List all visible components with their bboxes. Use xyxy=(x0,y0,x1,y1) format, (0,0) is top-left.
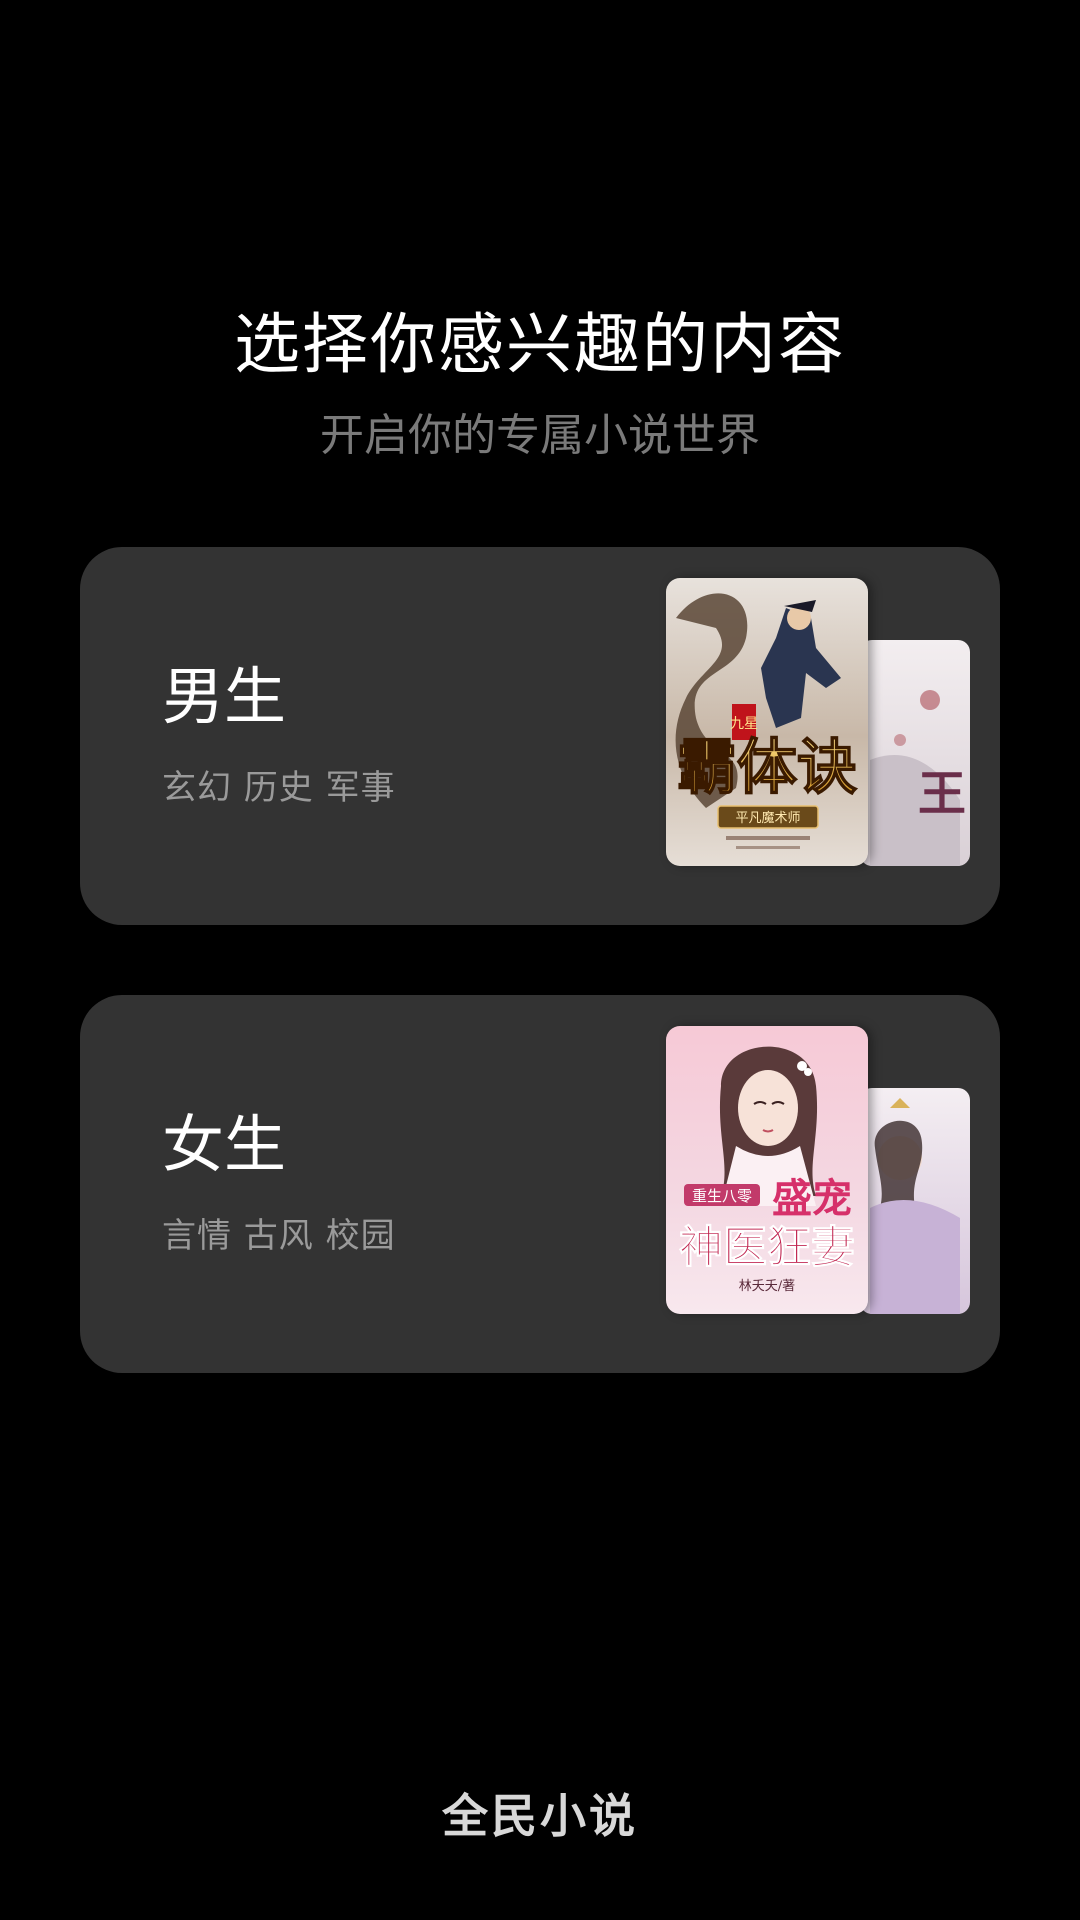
female-category-card[interactable]: 女生 言情 古风 校园 重生八零 盛宠 神医狂妻 林夭夭/著 xyxy=(80,995,1000,1373)
male-back-cover-text: 王 xyxy=(918,766,966,822)
female-cover-title-line1: 盛宠 xyxy=(772,1175,852,1222)
page-title: 选择你感兴趣的内容 xyxy=(234,306,846,383)
female-cover-author: 林夭夭/著 xyxy=(739,1279,795,1294)
female-card-tags: 言情 古风 校园 xyxy=(162,1216,396,1256)
male-cover-author: 平凡魔术师 xyxy=(735,811,800,826)
male-card-tags: 玄幻 历史 军事 xyxy=(162,768,396,808)
male-card-title: 男生 xyxy=(162,660,287,733)
header: 选择你感兴趣的内容 开启你的专属小说世界 xyxy=(0,300,1080,464)
app-brand-logo: 全民小说 xyxy=(442,1789,638,1843)
female-cover-title-line2: 神医狂妻 xyxy=(679,1222,855,1273)
male-front-book-cover: 九星 霸体诀 平凡魔术师 xyxy=(666,578,868,866)
male-cover-series-mark: 九星 xyxy=(730,716,758,732)
male-back-book-cover: 王 xyxy=(860,640,970,866)
male-cover-title: 霸体诀 xyxy=(677,733,857,803)
page-subtitle: 开启你的专属小说世界 xyxy=(320,410,760,461)
male-category-card[interactable]: 男生 玄幻 历史 军事 王 九星 霸体诀 平凡魔术师 xyxy=(80,547,1000,925)
female-card-title: 女生 xyxy=(162,1108,287,1181)
female-cover-top-text: 重生八零 xyxy=(692,1187,752,1205)
female-front-book-cover: 重生八零 盛宠 神医狂妻 林夭夭/著 xyxy=(666,1026,868,1314)
female-back-book-cover xyxy=(860,1088,970,1314)
